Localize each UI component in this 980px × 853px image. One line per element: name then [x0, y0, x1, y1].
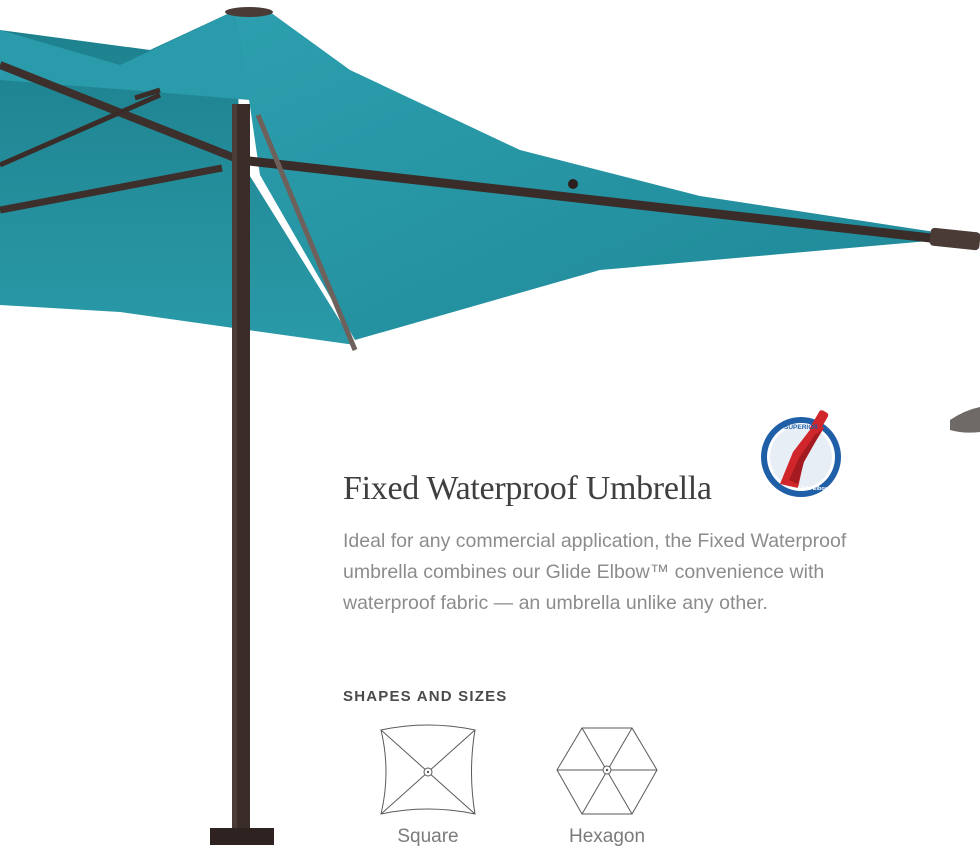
product-title: Fixed Waterproof Umbrella: [343, 470, 712, 507]
hexagon-canopy-icon: [556, 727, 658, 815]
square-canopy-icon: [380, 724, 476, 815]
shape-label-hexagon: Hexagon: [568, 826, 646, 847]
shape-option-square[interactable]: Square: [373, 722, 483, 853]
shape-label-square: Square: [397, 826, 459, 847]
shape-option-hexagon[interactable]: Hexagon: [552, 722, 662, 853]
svg-text:SUPERIOR: SUPERIOR: [784, 424, 818, 431]
shapes-heading: SHAPES AND SIZES: [343, 688, 508, 705]
svg-text:Glide Elbow™: Glide Elbow™: [798, 486, 835, 492]
product-description: Ideal for any commercial application, th…: [343, 530, 847, 614]
glide-elbow-badge-icon: SUPERIOR Glide Elbow™: [761, 410, 841, 497]
